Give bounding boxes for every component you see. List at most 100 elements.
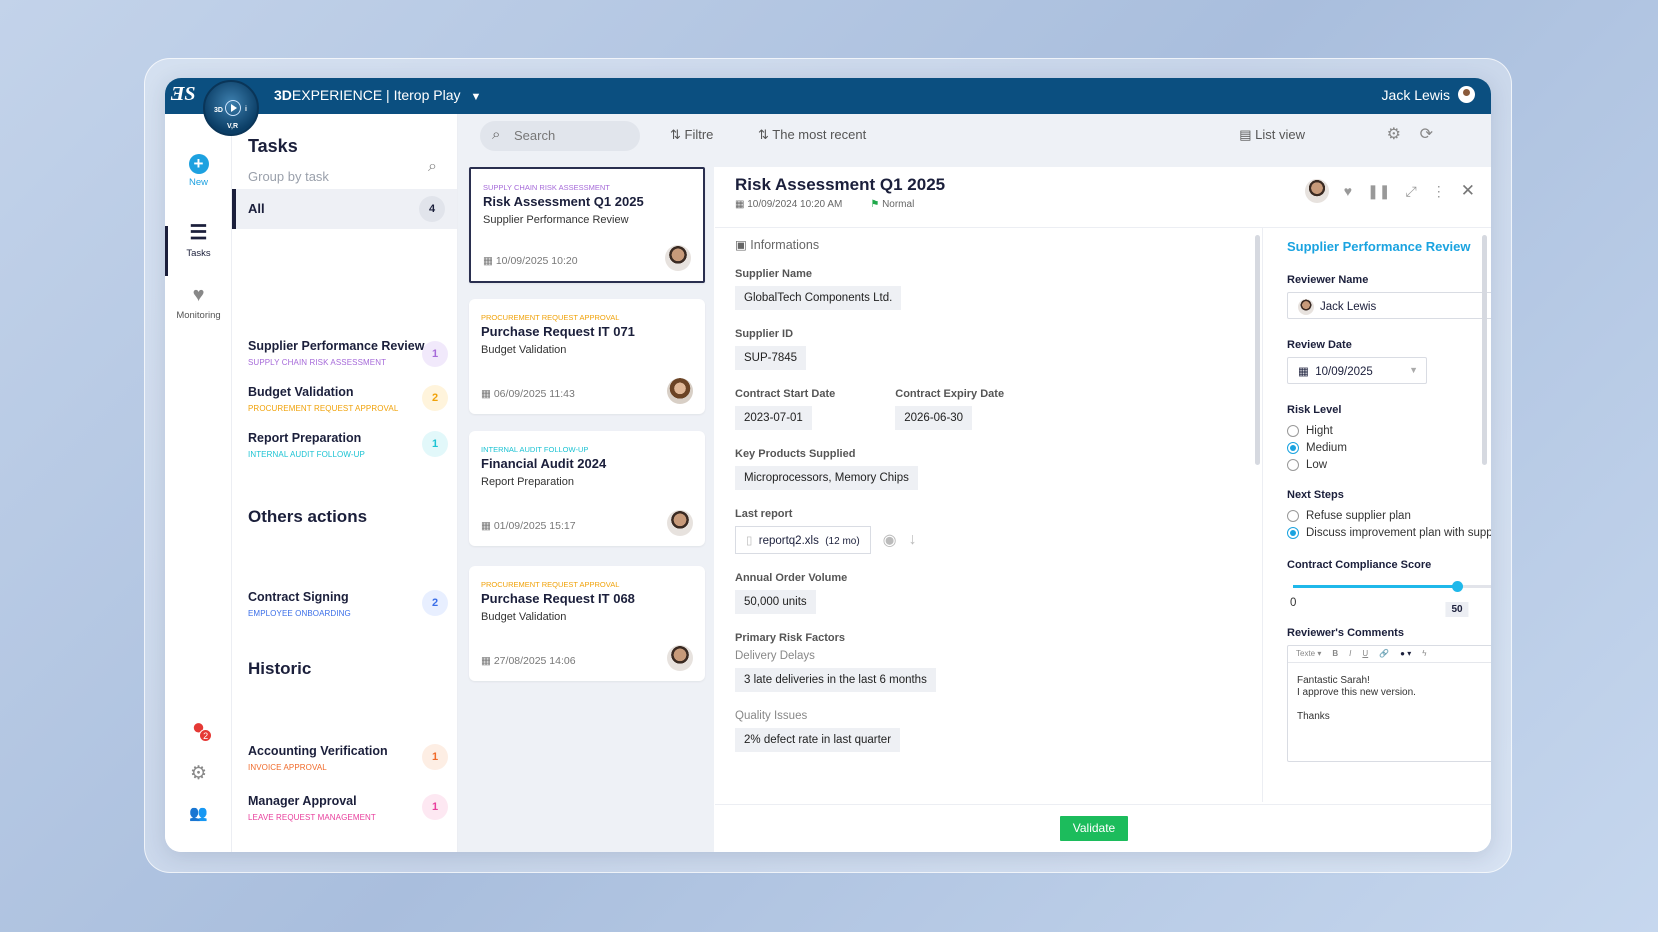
refresh-icon[interactable]: ⟳	[1420, 124, 1433, 144]
brand-rest: EXPERIENCE | Iterop Play	[291, 87, 461, 103]
review-date-value: 10/09/2025	[1315, 366, 1373, 378]
notifications-button[interactable]: ● 2	[165, 714, 232, 743]
flame-icon: ● 2	[192, 714, 213, 742]
user-menu[interactable]: Jack Lewis	[1382, 86, 1475, 103]
icon-rail: + New ☰ Tasks ♥ Monitoring ● 2 ⚙ 👥	[165, 114, 232, 852]
radio-option[interactable]: Discuss improvement plan with supplier	[1287, 524, 1491, 541]
text-style-select[interactable]: Texte ▾	[1296, 649, 1321, 659]
task-group-item[interactable]: Accounting Verification INVOICE APPROVAL 1	[248, 744, 453, 772]
form-scrollbar[interactable]	[1482, 235, 1487, 465]
filter-all[interactable]: All 4	[232, 189, 457, 229]
report-filename: reportq2.xls	[758, 535, 819, 547]
notification-badge: 2	[199, 729, 213, 742]
task-group-item[interactable]: Contract Signing EMPLOYEE ONBOARDING 2	[248, 590, 453, 618]
gear-icon[interactable]: ⚙	[165, 762, 232, 785]
review-date-label: Review Date	[1287, 339, 1352, 351]
comments-text[interactable]: Fantastic Sarah! I approve this new versi…	[1288, 663, 1491, 735]
checklist-icon: ☰	[189, 222, 208, 244]
close-icon[interactable]: ✕	[1461, 181, 1475, 201]
play-icon	[225, 100, 241, 116]
color-icon[interactable]: ● ▾	[1400, 649, 1411, 659]
radio-option[interactable]: Medium	[1287, 439, 1491, 456]
card-avatar	[667, 510, 693, 536]
expiry-date-value: 2026-06-30	[895, 406, 973, 430]
chevron-down-icon: ▼	[1409, 365, 1418, 375]
settings-icon[interactable]: ⚙	[1387, 124, 1401, 144]
card-date: ▦ 10/09/2025 10:20	[483, 255, 578, 267]
comments-label: Reviewer's Comments	[1287, 627, 1404, 639]
task-count-badge: 1	[422, 794, 448, 820]
italic-icon[interactable]: I	[1349, 649, 1351, 659]
risk-level-label: Risk Level	[1287, 404, 1342, 416]
assignee-avatar[interactable]	[1304, 179, 1329, 203]
users-icon[interactable]: 👥	[165, 804, 232, 822]
card-category: PROCUREMENT REQUEST APPROVAL	[481, 313, 620, 322]
underline-icon[interactable]: U	[1362, 649, 1368, 659]
radio-option[interactable]: Refuse supplier plan	[1287, 507, 1491, 524]
task-group-category: EMPLOYEE ONBOARDING	[248, 609, 351, 618]
task-group-item[interactable]: Report Preparation INTERNAL AUDIT FOLLOW-…	[248, 431, 453, 459]
heart-icon[interactable]: ♥	[1344, 183, 1352, 199]
report-file[interactable]: ▯ reportq2.xls (12 mo)	[735, 526, 871, 554]
radio-button[interactable]	[1287, 458, 1299, 471]
ds-logo: ƎS	[171, 83, 196, 105]
validate-button[interactable]: Validate	[1060, 816, 1128, 841]
task-card[interactable]: PROCUREMENT REQUEST APPROVAL Purchase Req…	[469, 299, 705, 414]
radio-button[interactable]	[1287, 509, 1299, 522]
tasks-title: Tasks	[248, 136, 298, 156]
comment-line: Thanks	[1297, 711, 1330, 722]
card-title: Financial Audit 2024	[481, 456, 607, 471]
radio-button[interactable]	[1287, 526, 1299, 539]
tasks-nav[interactable]: ☰ Tasks	[165, 220, 232, 259]
task-group-item[interactable]: Supplier Performance Review SUPPLY CHAIN …	[248, 339, 453, 367]
radio-option[interactable]: Low	[1287, 456, 1491, 473]
delays-value: 3 late deliveries in the last 6 months	[735, 668, 936, 692]
task-group-item[interactable]: Budget Validation PROCUREMENT REQUEST APP…	[248, 385, 453, 413]
chevron-down-icon[interactable]: ▼	[471, 91, 482, 103]
reviewer-select[interactable]: Jack Lewis▼	[1287, 292, 1491, 319]
products-value: Microprocessors, Memory Chips	[735, 466, 918, 490]
search-icon: ⌕	[492, 126, 501, 143]
radio-button[interactable]	[1287, 441, 1299, 454]
tasks-label: Tasks	[186, 248, 211, 259]
bold-icon[interactable]: B	[1332, 649, 1338, 659]
info-header: ▣ Informations	[735, 238, 820, 252]
supplier-name-value: GlobalTech Components Ltd.	[735, 286, 902, 310]
more-icon[interactable]: ⋮	[1432, 183, 1446, 200]
compass-button[interactable]: 3D i V,R	[203, 80, 259, 136]
expand-icon[interactable]: ⤢	[1406, 183, 1417, 200]
search-input[interactable]: ⌕ Search	[480, 121, 640, 151]
info-scrollbar[interactable]	[1255, 235, 1260, 465]
search-icon[interactable]: ⌕	[428, 158, 437, 176]
radio-label: Hight	[1306, 424, 1333, 437]
card-category: SUPPLY CHAIN RISK ASSESSMENT	[483, 183, 610, 192]
link-icon[interactable]: 🔗	[1379, 649, 1389, 659]
task-card[interactable]: SUPPLY CHAIN RISK ASSESSMENT Risk Assessm…	[469, 167, 705, 283]
task-card[interactable]: PROCUREMENT REQUEST APPROVAL Purchase Req…	[469, 566, 705, 681]
download-icon[interactable]: ↓	[909, 531, 917, 549]
task-card[interactable]: INTERNAL AUDIT FOLLOW-UP Financial Audit …	[469, 431, 705, 546]
slider-fill	[1293, 585, 1457, 588]
radio-option[interactable]: Hight	[1287, 422, 1491, 439]
new-button[interactable]: + New	[165, 154, 232, 188]
slider-min: 0	[1290, 597, 1297, 609]
editor-toolbar: Texte ▾ B I U 🔗 ● ▾ ϟ	[1288, 646, 1491, 663]
slider-thumb[interactable]	[1452, 581, 1463, 592]
task-group-item[interactable]: Manager Approval LEAVE REQUEST MANAGEMENT…	[248, 794, 453, 822]
compliance-slider[interactable]: 0 100 50	[1287, 577, 1491, 627]
others-actions-title: Others actions	[248, 507, 368, 526]
compass-right: i	[245, 106, 247, 113]
monitoring-nav[interactable]: ♥ Monitoring	[165, 284, 232, 321]
clear-format-icon[interactable]: ϟ	[1422, 649, 1426, 659]
filter-button[interactable]: ⇅ Filtre	[670, 127, 713, 143]
review-date-picker[interactable]: ▦ 10/09/2025 ▼	[1287, 357, 1427, 384]
radio-button[interactable]	[1287, 424, 1299, 437]
comments-editor[interactable]: Texte ▾ B I U 🔗 ● ▾ ϟ Fantastic Sarah! I approv…	[1287, 645, 1491, 762]
eye-icon[interactable]: ◉	[883, 530, 897, 550]
list-view-button[interactable]: ▤ List view	[1239, 127, 1305, 143]
comment-line: Fantastic Sarah!	[1297, 675, 1370, 686]
group-by-input[interactable]: Group by task	[248, 169, 329, 184]
app-title[interactable]: 3DEXPERIENCE | Iterop Play ▼	[274, 87, 481, 103]
sort-button[interactable]: ⇅ The most recent	[758, 127, 866, 143]
pause-icon[interactable]: ❚❚	[1367, 183, 1390, 200]
